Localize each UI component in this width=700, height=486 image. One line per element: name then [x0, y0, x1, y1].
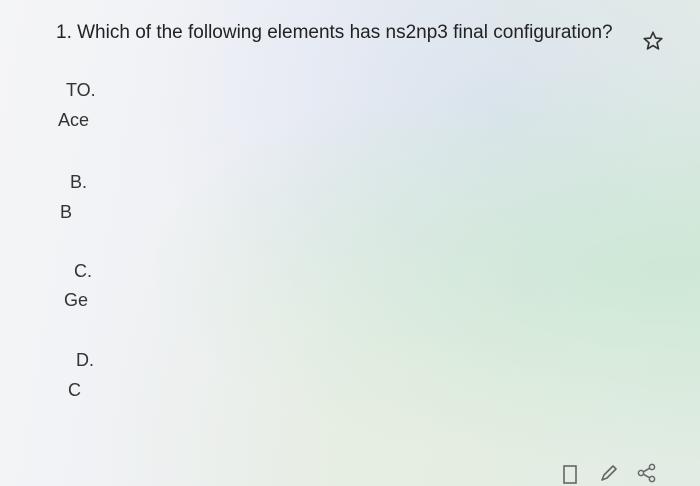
question-text: 1. Which of the following elements has n… — [56, 22, 613, 43]
option-letter: C. — [74, 261, 92, 281]
option-text: Ge — [64, 290, 89, 310]
option-text: Ace — [58, 110, 90, 130]
pencil-icon[interactable] — [598, 462, 620, 484]
star-outline-icon[interactable] — [642, 30, 664, 52]
option-text: C — [68, 380, 81, 400]
share-icon[interactable] — [636, 462, 658, 484]
option-letter: B. — [70, 172, 88, 192]
document-icon[interactable] — [562, 462, 578, 484]
option-letter: D. — [76, 350, 94, 370]
option-letter: TO. — [66, 80, 96, 100]
option-text: B — [60, 202, 73, 222]
